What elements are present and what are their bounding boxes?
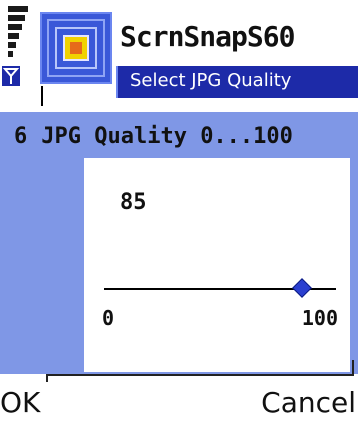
app-icon — [40, 12, 112, 84]
subtitle-bar: Select JPG Quality — [116, 66, 358, 98]
dialog-shadow — [48, 374, 354, 376]
cancel-softkey[interactable]: Cancel — [261, 386, 356, 419]
slider-panel[interactable]: 85 0 100 — [84, 158, 350, 372]
antenna-icon — [2, 66, 20, 86]
slider-thumb[interactable] — [292, 278, 313, 298]
dialog-shadow-left — [46, 374, 48, 382]
app-title: ScrnSnapS60 — [120, 20, 295, 53]
ok-softkey[interactable]: OK — [0, 386, 40, 419]
subtitle-text: Select JPG Quality — [130, 70, 292, 91]
slider-min-label: 0 — [102, 306, 115, 330]
dialog-shadow-right — [352, 360, 354, 376]
signal-strength-icon — [8, 6, 28, 64]
dialog-header: 6 JPG Quality 0...100 — [14, 124, 293, 149]
dialog-index: 6 — [14, 124, 28, 149]
status-pane: ScrnSnapS60 Select JPG Quality — [0, 0, 358, 106]
slider-max-label: 100 — [301, 306, 338, 330]
quality-dialog: 6 JPG Quality 0...100 85 0 100 — [0, 112, 358, 374]
dialog-label: JPG Quality 0...100 — [41, 124, 293, 149]
status-divider — [41, 86, 43, 106]
slider-value: 85 — [120, 190, 147, 215]
